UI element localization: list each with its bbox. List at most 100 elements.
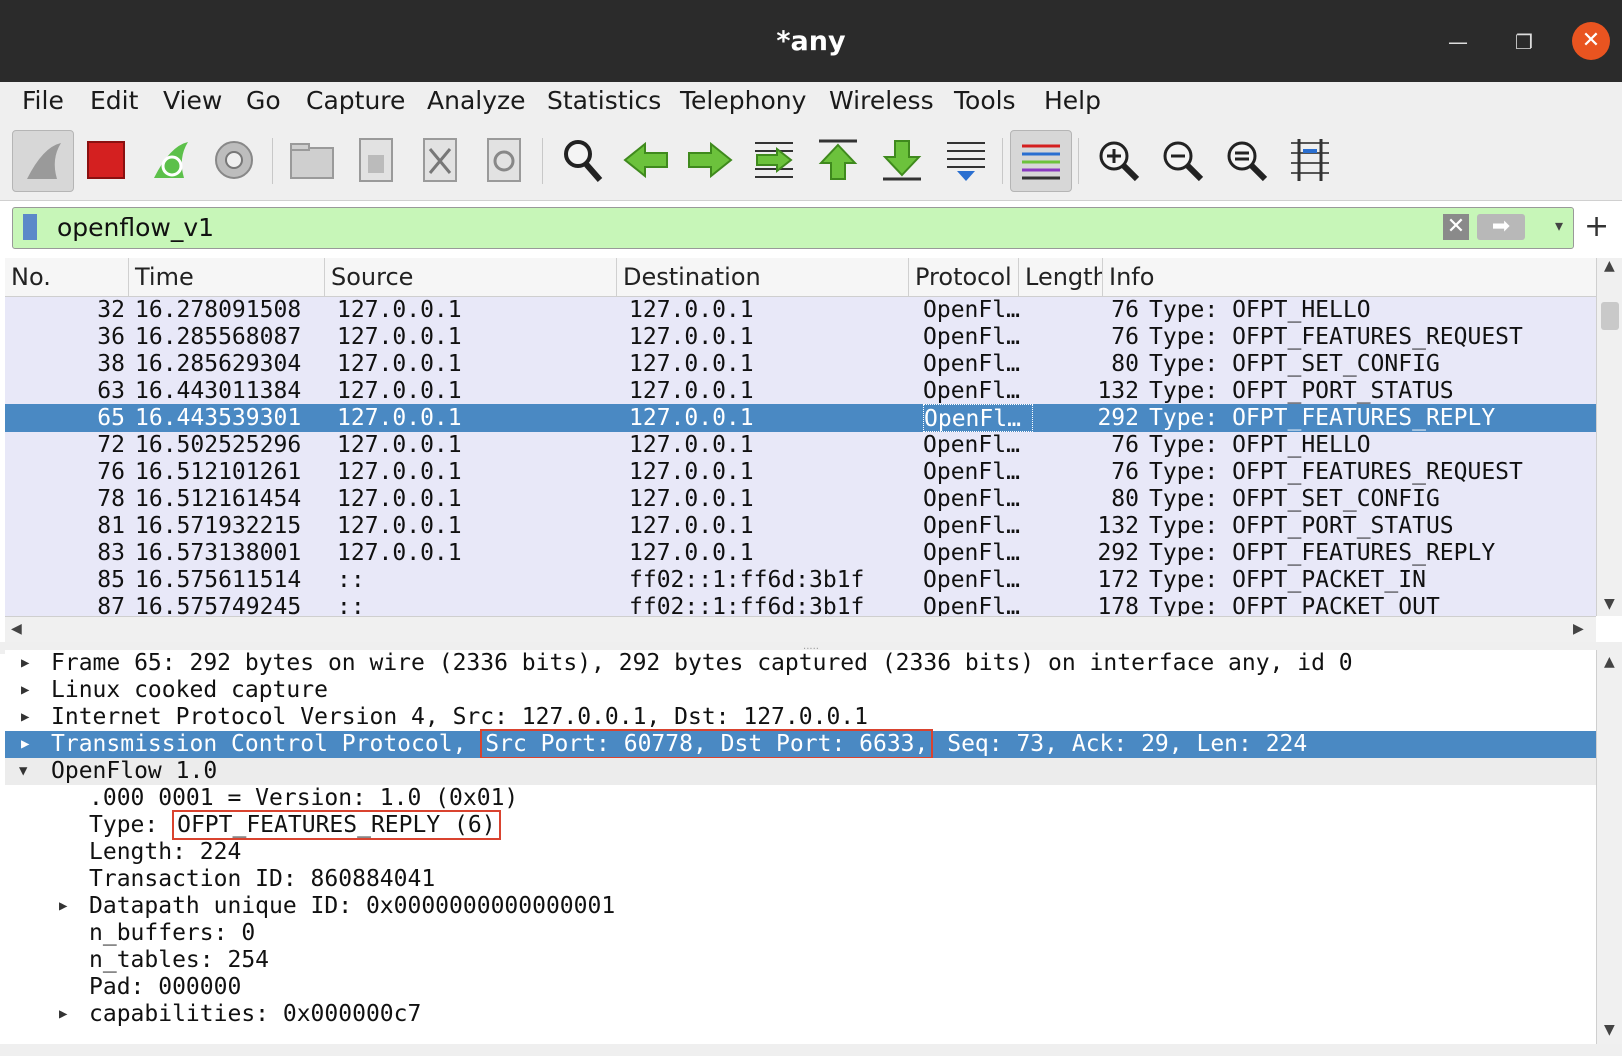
cell-proto: OpenFl… bbox=[923, 324, 1020, 350]
menu-edit[interactable]: Edit bbox=[90, 86, 138, 115]
detail-type[interactable]: Type: OFPT_FEATURES_REPLY (6) bbox=[5, 810, 1601, 840]
close-icon[interactable]: ✕ bbox=[1572, 22, 1610, 60]
table-row[interactable]: 36 16.285568087 127.0.0.1 127.0.0.1 OpenFl… 7… bbox=[5, 323, 1601, 351]
table-row[interactable]: 87 16.575749245:: ff02::1:ff6d:3b1f OpenFl…… bbox=[5, 593, 1601, 616]
go-last-icon[interactable] bbox=[872, 130, 932, 190]
column-header-protocol[interactable]: Protocol bbox=[909, 258, 1019, 296]
go-back-icon[interactable] bbox=[616, 130, 676, 190]
minimize-icon[interactable]: — bbox=[1440, 24, 1476, 60]
cell-time: 16.512101261 bbox=[135, 459, 302, 485]
menu-analyze[interactable]: Analyze bbox=[427, 86, 526, 115]
tcp-ports-highlight: Src Port: 60778, Dst Port: 6633, bbox=[480, 729, 934, 759]
table-row[interactable]: 76 16.512101261 127.0.0.1 127.0.0.1 OpenFl… 7… bbox=[5, 458, 1601, 486]
table-row[interactable]: 78 16.512161454 127.0.0.1 127.0.0.1 OpenFl… 8… bbox=[5, 485, 1601, 513]
detail-frame[interactable]: ▶ Frame 65: 292 bytes on wire (2336 bits… bbox=[5, 650, 1601, 677]
menu-capture[interactable]: Capture bbox=[306, 86, 405, 115]
menu-view[interactable]: View bbox=[163, 86, 222, 115]
detail-n-tables[interactable]: n_tables: 254 bbox=[5, 947, 1601, 974]
menu-tools[interactable]: Tools bbox=[954, 86, 1016, 115]
column-header-length[interactable]: Length bbox=[1019, 258, 1103, 296]
collapse-icon[interactable]: ▼ bbox=[19, 758, 27, 785]
expand-icon[interactable]: ▶ bbox=[21, 650, 29, 677]
apply-filter-icon[interactable]: ➡ bbox=[1477, 214, 1525, 240]
column-header-no[interactable]: No. bbox=[5, 258, 129, 296]
column-header-time[interactable]: Time bbox=[129, 258, 325, 296]
scroll-up-icon[interactable]: ▲ bbox=[1604, 654, 1615, 670]
bottom-splitter[interactable] bbox=[0, 1044, 1622, 1056]
packet-list-vscroll[interactable]: ▲ ▼ bbox=[1596, 258, 1622, 616]
expand-icon[interactable]: ▶ bbox=[21, 677, 29, 704]
column-header-info[interactable]: Info bbox=[1103, 258, 1601, 296]
scroll-right-icon[interactable]: ▶ bbox=[1573, 621, 1584, 637]
table-row[interactable]: 72 16.502525296 127.0.0.1 127.0.0.1 OpenFl… 7… bbox=[5, 431, 1601, 459]
packet-list-hscroll[interactable]: ◀ ▶ bbox=[5, 616, 1596, 643]
bookmark-icon[interactable] bbox=[23, 214, 37, 240]
table-row[interactable]: 63 16.443011384 127.0.0.1 127.0.0.1 OpenFl… 1… bbox=[5, 377, 1601, 405]
table-row[interactable]: 65 16.443539301 127.0.0.1 127.0.0.1 OpenFl… 2… bbox=[5, 404, 1601, 432]
table-row[interactable]: 38 16.285629304 127.0.0.1 127.0.0.1 OpenFl… 8… bbox=[5, 350, 1601, 378]
menu-statistics[interactable]: Statistics bbox=[547, 86, 661, 115]
detail-openflow[interactable]: ▼ OpenFlow 1.0 bbox=[5, 758, 1601, 785]
scroll-down-icon[interactable]: ▼ bbox=[1604, 596, 1615, 612]
menu-telephony[interactable]: Telephony bbox=[680, 86, 806, 115]
filter-dropdown-icon[interactable]: ▾ bbox=[1555, 216, 1563, 235]
detail-pad[interactable]: Pad: 000000 bbox=[5, 974, 1601, 1001]
go-first-icon[interactable] bbox=[808, 130, 868, 190]
detail-capabilities[interactable]: ▶ capabilities: 0x000000c7 bbox=[5, 1001, 1601, 1028]
autoscroll-icon[interactable] bbox=[936, 130, 996, 190]
detail-length[interactable]: Length: 224 bbox=[5, 839, 1601, 866]
shark-fin-start-icon[interactable] bbox=[12, 130, 74, 192]
detail-version[interactable]: .000 0001 = Version: 1.0 (0x01) bbox=[5, 785, 1601, 812]
details-vscroll[interactable]: ▲ ▼ bbox=[1596, 650, 1622, 1044]
display-filter-input[interactable]: openflow_v1 bbox=[57, 213, 214, 242]
maximize-icon[interactable]: ❐ bbox=[1506, 24, 1542, 60]
capture-options-icon[interactable] bbox=[204, 130, 264, 190]
open-file-icon[interactable] bbox=[282, 130, 342, 190]
expand-icon[interactable]: ▶ bbox=[21, 704, 29, 731]
column-header-source[interactable]: Source bbox=[325, 258, 617, 296]
reload-file-icon[interactable] bbox=[474, 130, 534, 190]
menu-help[interactable]: Help bbox=[1044, 86, 1101, 115]
close-file-icon[interactable] bbox=[410, 130, 470, 190]
scroll-down-icon[interactable]: ▼ bbox=[1604, 1022, 1615, 1038]
zoom-in-icon[interactable] bbox=[1088, 130, 1148, 190]
expand-icon[interactable]: ▶ bbox=[59, 1001, 67, 1028]
scroll-left-icon[interactable]: ◀ bbox=[11, 621, 22, 637]
menu-file[interactable]: File bbox=[22, 86, 64, 115]
scroll-up-icon[interactable]: ▲ bbox=[1604, 258, 1615, 274]
display-filter-bar[interactable]: openflow_v1 ✕ ➡ ▾ bbox=[12, 207, 1574, 249]
zoom-normal-icon[interactable] bbox=[1216, 130, 1276, 190]
add-filter-button[interactable]: + bbox=[1584, 209, 1609, 244]
expand-icon[interactable]: ▶ bbox=[21, 731, 29, 758]
cell-no: 83 bbox=[97, 540, 125, 566]
detail-datapath-id[interactable]: ▶ Datapath unique ID: 0x0000000000000001 bbox=[5, 893, 1601, 920]
go-forward-icon[interactable] bbox=[680, 130, 740, 190]
title-bar: *any — ❐ ✕ bbox=[0, 0, 1622, 82]
find-packet-icon[interactable] bbox=[552, 130, 612, 190]
detail-ip[interactable]: ▶ Internet Protocol Version 4, Src: 127.… bbox=[5, 704, 1601, 731]
zoom-out-icon[interactable] bbox=[1152, 130, 1212, 190]
detail-linux-cooked[interactable]: ▶ Linux cooked capture bbox=[5, 677, 1601, 704]
tcp-summary-prefix: Transmission Control Protocol, bbox=[51, 731, 481, 757]
expand-icon[interactable]: ▶ bbox=[59, 893, 67, 920]
table-row[interactable]: 32 16.278091508 127.0.0.1 127.0.0.1 OpenFl… 7… bbox=[5, 296, 1601, 324]
stop-capture-icon[interactable] bbox=[76, 130, 136, 190]
table-row[interactable]: 83 16.573138001 127.0.0.1 127.0.0.1 OpenFl… 2… bbox=[5, 539, 1601, 567]
colorize-icon[interactable] bbox=[1010, 130, 1072, 192]
cell-proto: OpenFl… bbox=[923, 567, 1020, 593]
restart-capture-icon[interactable] bbox=[140, 130, 200, 190]
detail-transaction-id[interactable]: Transaction ID: 860884041 bbox=[5, 866, 1601, 893]
table-row[interactable]: 81 16.571932215 127.0.0.1 127.0.0.1 OpenFl… 1… bbox=[5, 512, 1601, 540]
menu-wireless[interactable]: Wireless bbox=[829, 86, 934, 115]
detail-n-buffers[interactable]: n_buffers: 0 bbox=[5, 920, 1601, 947]
save-file-icon[interactable] bbox=[346, 130, 406, 190]
resize-columns-icon[interactable] bbox=[1280, 130, 1340, 190]
menu-go[interactable]: Go bbox=[246, 86, 281, 115]
cell-no: 87 bbox=[97, 594, 125, 616]
table-row[interactable]: 85 16.575611514:: ff02::1:ff6d:3b1f OpenFl…… bbox=[5, 566, 1601, 594]
go-to-packet-icon[interactable] bbox=[744, 130, 804, 190]
detail-tcp[interactable]: ▶ Transmission Control Protocol, Src Por… bbox=[5, 729, 1601, 759]
column-header-destination[interactable]: Destination bbox=[617, 258, 909, 296]
clear-filter-icon[interactable]: ✕ bbox=[1443, 214, 1469, 240]
scroll-thumb[interactable] bbox=[1601, 302, 1619, 330]
